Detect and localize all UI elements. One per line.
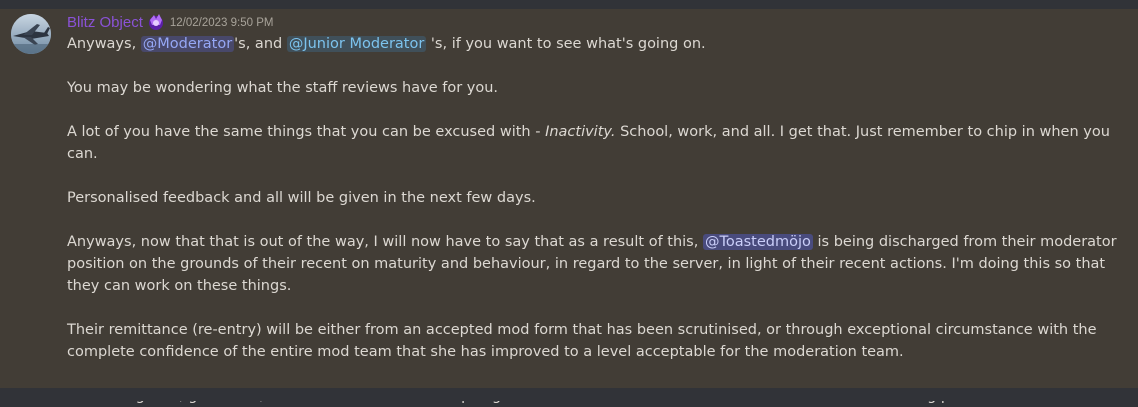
paragraph-6: Their remittance (re-entry) will be eith… <box>67 322 1097 360</box>
text-segment: 's, if you want to see what's going on. <box>426 36 706 52</box>
text-segment: A lot of you have the same things that y… <box>67 124 546 140</box>
channel-background-top <box>0 0 1138 9</box>
role-mention-moderator[interactable]: @Moderator <box>140 36 235 52</box>
italic-text: Inactivity. <box>545 124 616 140</box>
chat-message[interactable]: Blitz Object 12/02/2023 9:50 PM Anyways,… <box>0 9 1138 404</box>
message-header: Blitz Object 12/02/2023 9:50 PM <box>67 11 273 33</box>
paragraph-3: A lot of you have the same things that y… <box>67 121 1117 165</box>
text-segment: Anyways, <box>67 36 141 52</box>
channel-background-bottom <box>0 388 1138 401</box>
paragraph-4: Personalised feedback and all will be gi… <box>67 190 536 206</box>
message-timestamp[interactable]: 12/02/2023 9:50 PM <box>170 17 274 29</box>
paragraph-2: You may be wondering what the staff revi… <box>67 80 499 96</box>
role-mention-junior-moderator[interactable]: @Junior Moderator <box>286 36 427 52</box>
purple-badge-icon[interactable] <box>146 12 166 32</box>
paragraph-5: Anyways, now that that is out of the way… <box>67 231 1117 297</box>
text-segment: 's, and <box>234 36 287 52</box>
username[interactable]: Blitz Object <box>67 14 143 31</box>
user-mention-toastedmojo[interactable]: @Toastedmöjo <box>702 234 813 250</box>
paragraph-1: Anyways, @Moderator's, and @Junior Moder… <box>67 33 1117 55</box>
text-segment: Anyways, now that that is out of the way… <box>67 234 703 250</box>
message-content: Anyways, @Moderator's, and @Junior Moder… <box>67 33 1117 407</box>
user-avatar[interactable] <box>11 14 51 54</box>
jet-avatar-icon <box>11 14 51 54</box>
